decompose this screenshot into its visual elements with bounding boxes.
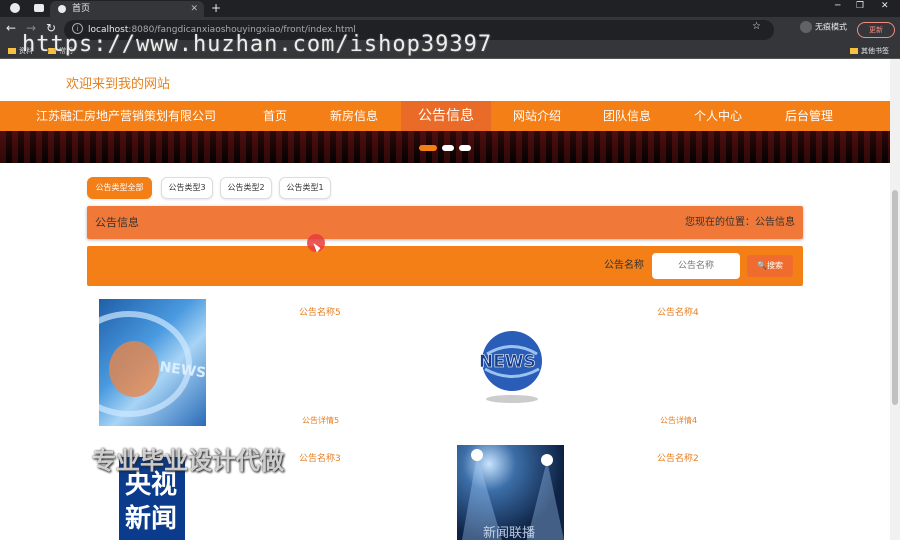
window-close-icon[interactable]: ✕	[881, 1, 889, 11]
notice-image[interactable]: 新闻联播	[457, 445, 564, 540]
nav-admin[interactable]: 后台管理	[764, 101, 854, 131]
scrollbar-thumb[interactable]	[892, 190, 898, 405]
tab-close-icon[interactable]: ✕	[190, 1, 198, 17]
browser-tab-search-icon[interactable]	[34, 4, 44, 12]
nav-user-center[interactable]: 个人中心	[673, 101, 763, 131]
welcome-text: 欢迎来到我的网站	[66, 77, 171, 92]
breadcrumb: 您现在的位置：公告信息	[685, 217, 795, 228]
company-name: 江苏融汇房地产营销策划有限公司	[36, 109, 217, 123]
nav-about[interactable]: 网站介绍	[492, 101, 582, 131]
incognito-indicator[interactable]: 无痕模式	[800, 21, 847, 33]
folder-icon	[8, 48, 16, 54]
bookmark-star-icon[interactable]: ☆	[752, 21, 761, 32]
news-globe-logo: NEWS	[479, 331, 542, 403]
folder-icon	[850, 48, 858, 54]
notice-detail: 公告详情4	[660, 416, 698, 425]
svg-text:NEWS: NEWS	[158, 359, 206, 381]
carousel-dot[interactable]	[459, 145, 471, 151]
notice-image[interactable]: NEWS	[457, 299, 564, 426]
notice-title[interactable]: 公告名称4	[657, 305, 699, 318]
notice-detail: 公告详情5	[302, 416, 340, 425]
watermark-text: 专业毕业设计代做	[92, 447, 284, 475]
notice-title[interactable]: 公告名称2	[657, 451, 699, 464]
search-button[interactable]: 🔍搜索	[747, 255, 793, 277]
browser-profile-icon[interactable]	[10, 3, 20, 13]
stage-spotlights-photo: 新闻联播	[462, 449, 564, 540]
search-bar: 公告名称 🔍搜索	[87, 246, 803, 286]
notice-title[interactable]: 公告名称3	[299, 451, 341, 464]
update-button[interactable]: 更新	[857, 22, 895, 38]
carousel-dot-active[interactable]	[419, 145, 437, 151]
news-globe-photo: NEWS	[99, 311, 206, 417]
category-tab-2[interactable]: 公告类型2	[220, 177, 272, 199]
svg-text:NEWS: NEWS	[479, 352, 536, 372]
svg-text:新闻: 新闻	[125, 503, 177, 534]
nav-new-houses[interactable]: 新房信息	[309, 101, 399, 131]
search-icon: 🔍	[757, 261, 767, 270]
tab-title: 首页	[72, 4, 91, 14]
section-header: 公告信息 您现在的位置：公告信息	[87, 206, 803, 239]
search-input[interactable]	[652, 253, 740, 279]
notice-title[interactable]: 公告名称5	[299, 305, 341, 318]
back-icon[interactable]: ←	[6, 21, 16, 35]
category-tab-all[interactable]: 公告类型全部	[87, 177, 152, 199]
new-tab-button[interactable]: +	[211, 0, 221, 16]
category-tab-3[interactable]: 公告类型3	[161, 177, 213, 199]
search-label: 公告名称	[604, 260, 644, 271]
svg-text:新闻联播: 新闻联播	[483, 525, 535, 540]
nav-team[interactable]: 团队信息	[582, 101, 672, 131]
mouse-cursor-icon	[307, 234, 325, 252]
category-tab-1[interactable]: 公告类型1	[279, 177, 331, 199]
other-bookmarks[interactable]: 其他书签	[850, 46, 889, 56]
banner-carousel	[0, 131, 890, 163]
section-title: 公告信息	[95, 216, 139, 229]
watermark-url: https://www.huzhan.com/ishop39397	[22, 32, 493, 57]
carousel-dot[interactable]	[442, 145, 454, 151]
tab-favicon-icon	[58, 5, 66, 13]
window-restore-icon[interactable]: ❐	[856, 1, 864, 11]
window-minimize-icon[interactable]: ─	[835, 1, 840, 11]
notice-image[interactable]: NEWS	[99, 299, 206, 426]
browser-tab[interactable]: 首页 ✕	[50, 1, 204, 17]
browser-tab-strip: 首页 ✕ + ─ ❐ ✕	[0, 0, 900, 17]
main-nav: 江苏融汇房地产营销策划有限公司 首页 新房信息 公告信息 网站介绍 团队信息 个…	[0, 101, 890, 131]
incognito-icon	[800, 21, 812, 33]
nav-home[interactable]: 首页	[230, 101, 320, 131]
nav-notices[interactable]: 公告信息	[401, 101, 491, 131]
